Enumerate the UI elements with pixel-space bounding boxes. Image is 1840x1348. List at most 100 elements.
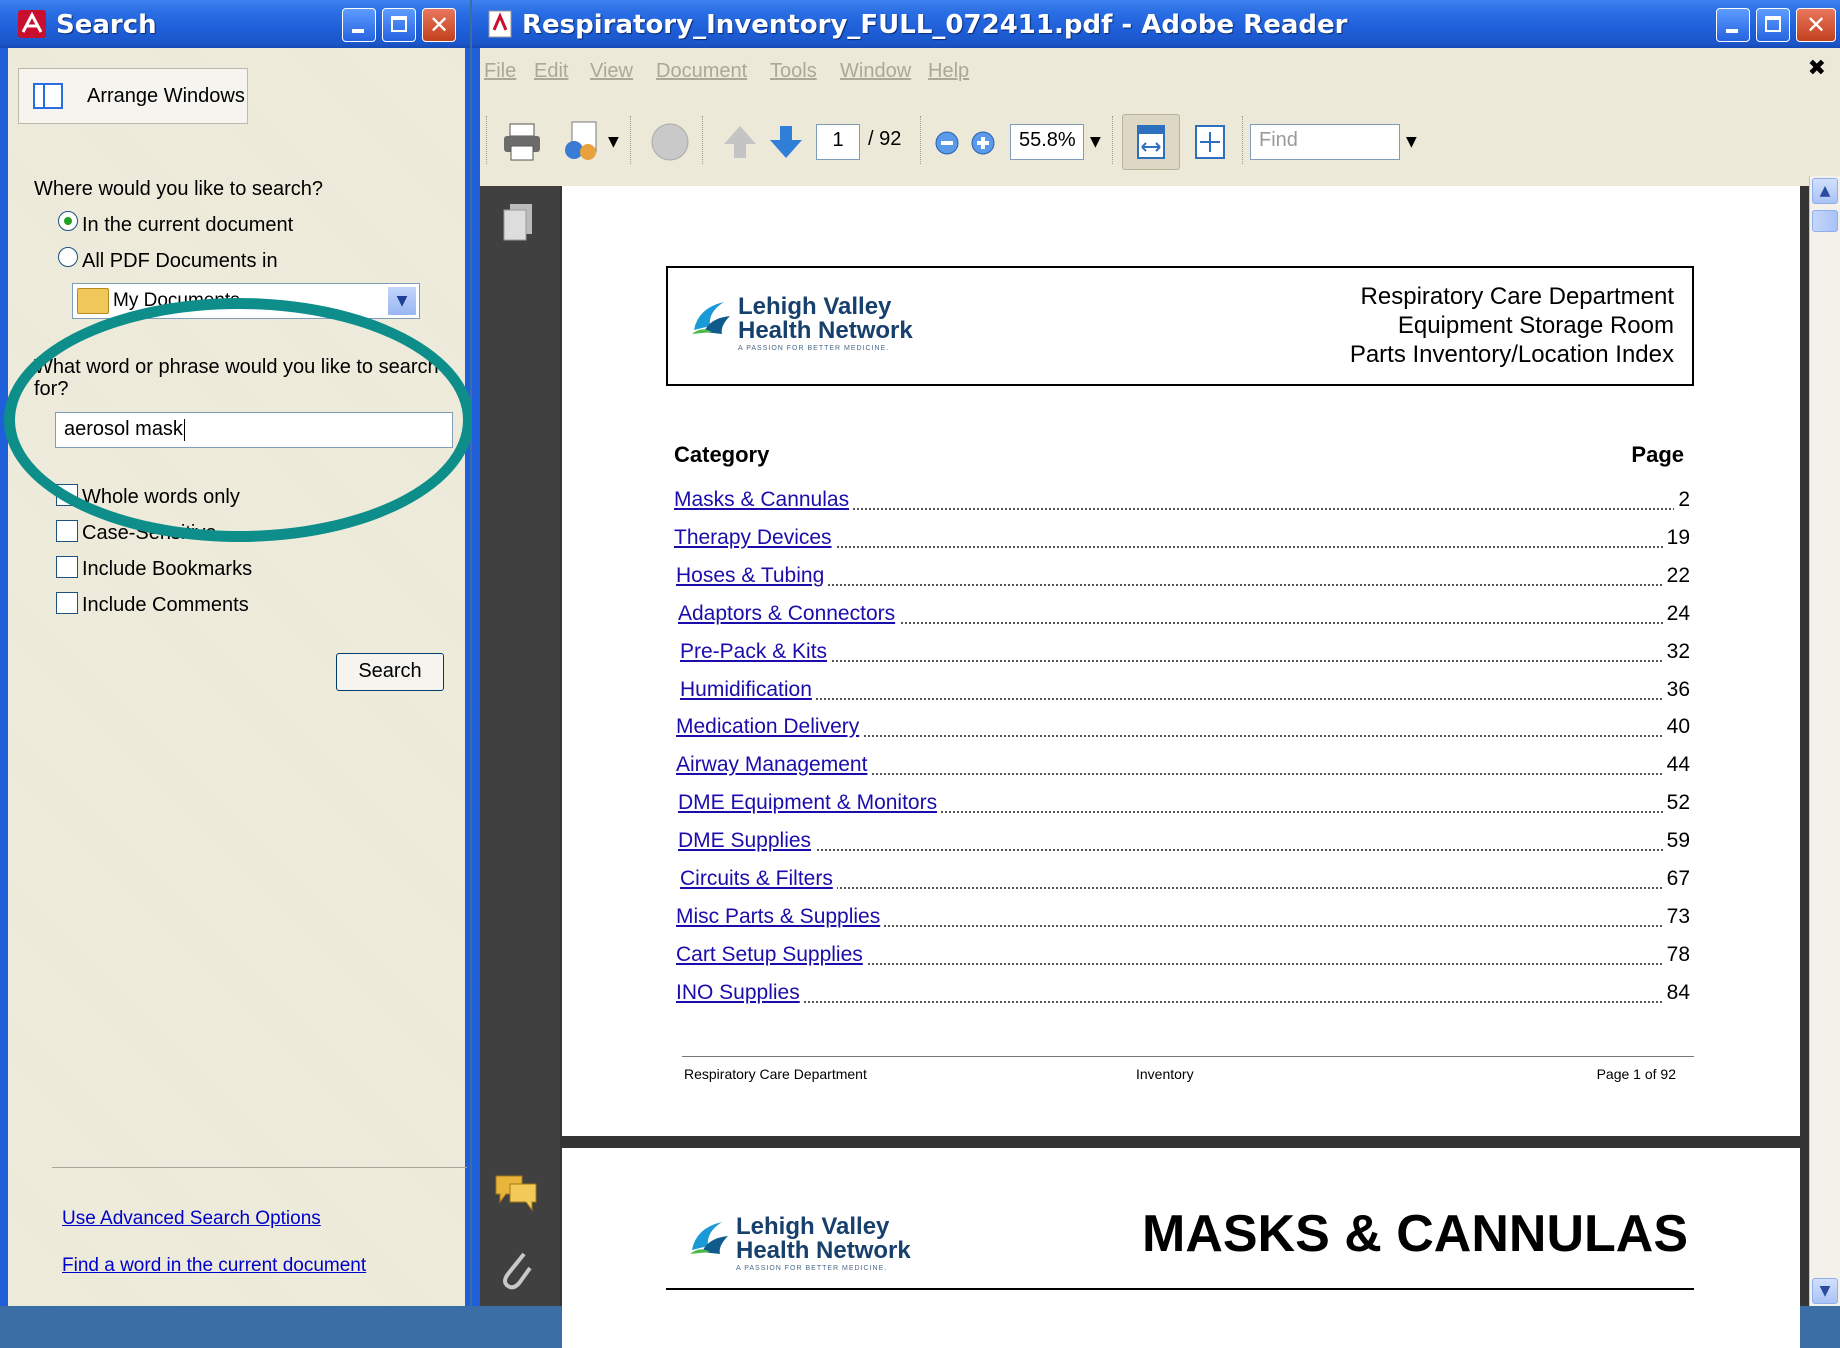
page-number-input[interactable]: 1 <box>816 124 860 160</box>
toc-page-number: 78 <box>1662 943 1690 967</box>
menu-view[interactable]: View <box>590 60 633 83</box>
logo-line2: Health Network <box>738 317 913 344</box>
arrange-windows-button[interactable]: Arrange Windows <box>18 68 248 124</box>
comments-icon[interactable] <box>494 1172 538 1212</box>
toc-row: Pre-Pack & Kits 32 <box>680 640 1690 668</box>
toc-row: INO Supplies 84 <box>676 981 1690 1009</box>
menu-edit[interactable]: Edit <box>534 60 568 83</box>
reader-minimize-button[interactable] <box>1716 8 1750 42</box>
zoom-out-icon[interactable] <box>934 130 960 156</box>
footer-left: Respiratory Care Department <box>684 1066 867 1082</box>
toc-leader-dots <box>676 1001 1690 1003</box>
radio-current-document[interactable] <box>58 211 78 231</box>
checkbox-include-bookmarks[interactable] <box>56 556 78 578</box>
toc-link[interactable]: Medication Delivery <box>676 715 864 739</box>
search-panel-body: Arrange Windows Where would you like to … <box>8 48 467 1306</box>
checkbox-case-sensitive-label: Case-Sensitive <box>82 522 217 544</box>
maximize-button[interactable] <box>382 8 416 42</box>
checkbox-include-comments[interactable] <box>56 592 78 614</box>
toc-row: Masks & Cannulas 2 <box>674 488 1690 516</box>
toc-page-number: 36 <box>1662 678 1690 702</box>
attachments-icon[interactable] <box>498 1248 534 1292</box>
menu-file[interactable]: File <box>484 60 516 83</box>
logo-line2: Health Network <box>736 1237 911 1264</box>
toc-page-number: 67 <box>1662 867 1690 891</box>
toc-link[interactable]: DME Supplies <box>678 829 816 853</box>
previous-page-icon[interactable] <box>720 124 760 160</box>
toc-leader-dots <box>678 849 1690 851</box>
checkbox-case-sensitive[interactable] <box>56 520 78 542</box>
menu-tools[interactable]: Tools <box>770 60 817 83</box>
lvhn-logo-mark-icon <box>692 302 730 334</box>
menu-document[interactable]: Document <box>656 60 747 83</box>
menu-window[interactable]: Window <box>840 60 911 83</box>
hand-tool-icon[interactable] <box>648 120 692 162</box>
search-query-input[interactable]: aerosol mask <box>55 412 453 448</box>
toc-page-number: 2 <box>1674 488 1690 512</box>
menu-help[interactable]: Help <box>928 60 969 83</box>
checkbox-whole-words[interactable] <box>56 484 78 506</box>
zoom-in-icon[interactable] <box>970 130 996 156</box>
minimize-button[interactable] <box>342 8 376 42</box>
vertical-scrollbar[interactable]: ▲ ▼ <box>1809 176 1840 1306</box>
toc-row: Circuits & Filters 67 <box>680 867 1690 895</box>
footer-center: Inventory <box>1136 1066 1194 1082</box>
radio-all-pdf[interactable] <box>58 247 78 267</box>
print-icon[interactable] <box>502 122 542 162</box>
toc-link[interactable]: Misc Parts & Supplies <box>676 905 885 929</box>
search-button[interactable]: Search <box>336 653 444 691</box>
toc-row: Adaptors & Connectors 24 <box>678 602 1690 630</box>
close-document-icon[interactable]: ✖ <box>1808 56 1826 81</box>
lvhn-logo: Lehigh Valley Health Network A PASSION F… <box>690 290 950 360</box>
next-page-icon[interactable] <box>766 124 806 160</box>
chevron-down-icon[interactable]: ▼ <box>387 286 417 316</box>
search-title-bar[interactable]: Search ✕ <box>0 0 470 48</box>
scroll-thumb[interactable] <box>1812 210 1838 232</box>
arrange-windows-label: Arrange Windows <box>87 85 245 107</box>
toc-link[interactable]: Airway Management <box>676 753 872 777</box>
toolbar-grip-6 <box>1242 116 1247 164</box>
reader-maximize-button[interactable] <box>1756 8 1790 42</box>
reader-title-bar[interactable]: Respiratory_Inventory_FULL_072411.pdf - … <box>472 0 1840 48</box>
toolbar-grip-5 <box>1112 116 1117 164</box>
option-current-label: In the current document <box>82 214 294 236</box>
what-label: What word or phrase would you like to se… <box>34 356 439 378</box>
checkbox-whole-words-label: Whole words only <box>82 486 240 508</box>
toc-link[interactable]: Adaptors & Connectors <box>678 602 900 626</box>
fit-page-icon[interactable] <box>1194 124 1226 160</box>
collaborate-icon[interactable] <box>562 120 606 162</box>
toc-link[interactable]: Hoses & Tubing <box>676 564 829 588</box>
toc-link[interactable]: INO Supplies <box>676 981 804 1005</box>
toc-link[interactable]: Therapy Devices <box>674 526 836 550</box>
toc-link[interactable]: Cart Setup Supplies <box>676 943 867 967</box>
toc-row: Hoses & Tubing 22 <box>676 564 1690 592</box>
pages-icon[interactable] <box>500 202 536 246</box>
checkbox-include-comments-label: Include Comments <box>82 594 249 616</box>
footer-right: Page 1 of 92 <box>1596 1066 1676 1082</box>
document-viewport[interactable]: Lehigh Valley Health Network A PASSION F… <box>560 186 1830 1348</box>
column-category: Category <box>674 442 770 467</box>
toc-page-number: 44 <box>1662 753 1690 777</box>
zoom-level-input[interactable]: 55.8% <box>1010 124 1084 160</box>
scroll-down-icon[interactable]: ▼ <box>1812 1278 1838 1304</box>
fit-width-button[interactable] <box>1122 114 1180 170</box>
toc-link[interactable]: Circuits & Filters <box>680 867 837 891</box>
find-input[interactable]: Find <box>1250 124 1400 160</box>
header-line-2: Equipment Storage Room <box>1397 312 1674 339</box>
advanced-search-link[interactable]: Use Advanced Search Options <box>62 1208 321 1230</box>
folder-select[interactable]: My Documents ▼ <box>72 283 420 319</box>
toc-link[interactable]: DME Equipment & Monitors <box>678 791 942 815</box>
toc-page-number: 24 <box>1662 602 1690 626</box>
toc-link[interactable]: Pre-Pack & Kits <box>680 640 832 664</box>
find-dropdown-icon[interactable]: ▼ <box>1406 134 1417 150</box>
toc-page-number: 84 <box>1662 981 1690 1005</box>
toc-link[interactable]: Masks & Cannulas <box>674 488 854 512</box>
close-button[interactable]: ✕ <box>422 8 456 42</box>
scroll-up-icon[interactable]: ▲ <box>1812 178 1838 204</box>
find-word-link[interactable]: Find a word in the current document <box>62 1255 366 1277</box>
toc-page-number: 19 <box>1662 526 1690 550</box>
zoom-dropdown-icon[interactable]: ▼ <box>1090 134 1101 150</box>
toc-link[interactable]: Humidification <box>680 678 816 702</box>
collaborate-dropdown-icon[interactable]: ▼ <box>608 134 619 150</box>
reader-close-button[interactable]: ✕ <box>1796 8 1836 42</box>
